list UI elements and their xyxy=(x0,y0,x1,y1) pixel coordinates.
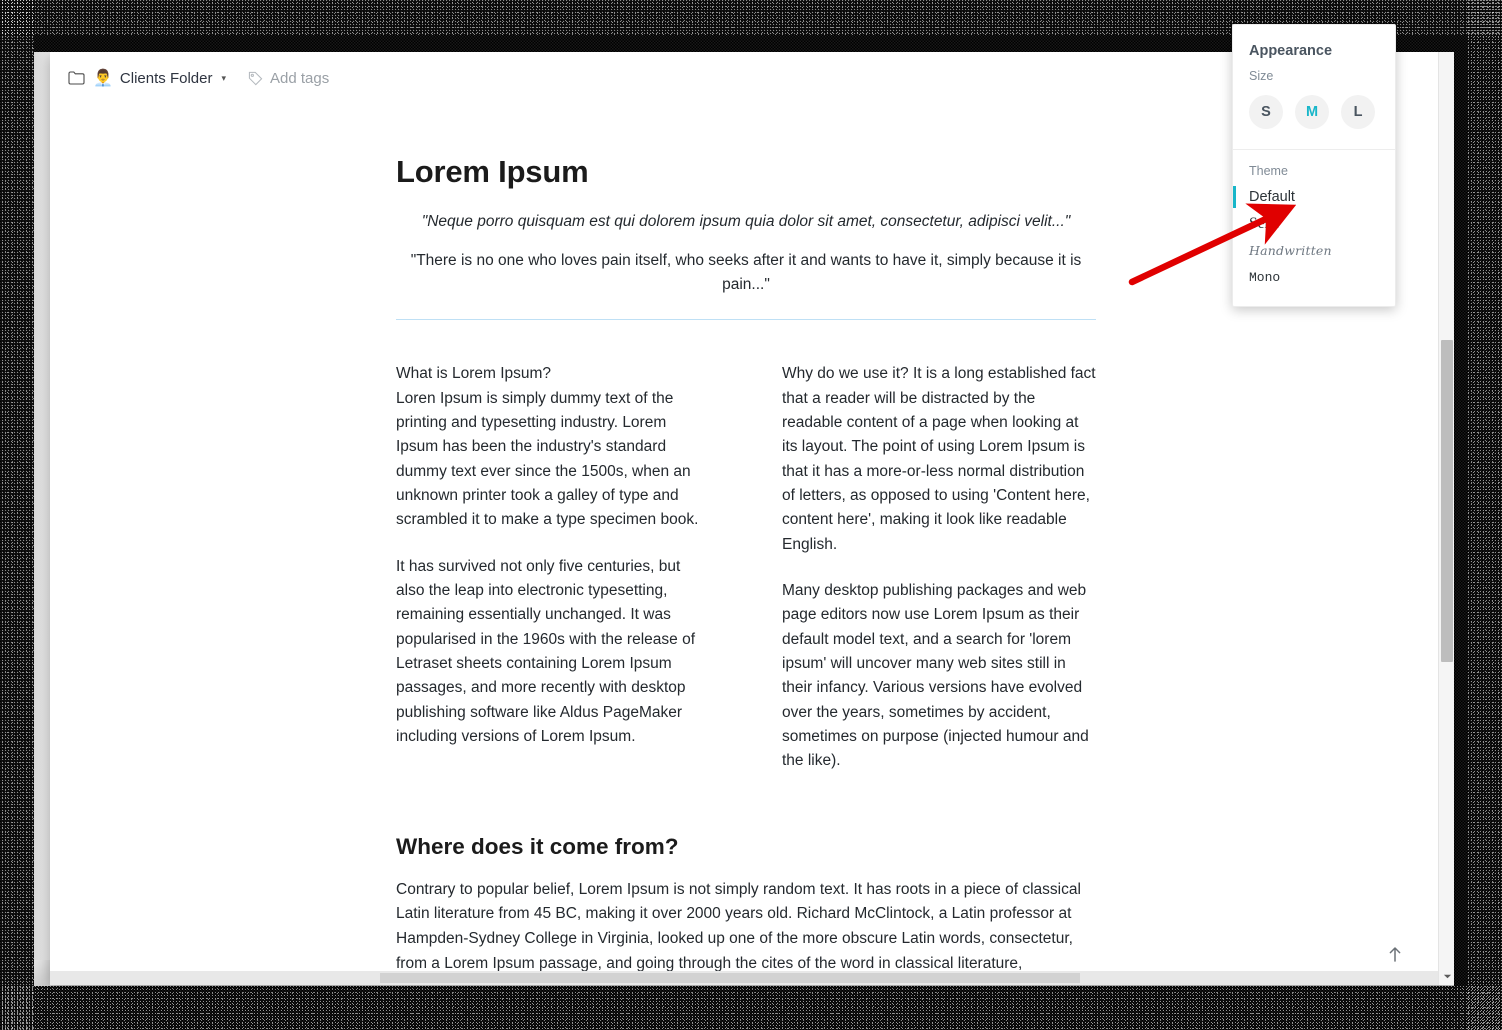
size-option-l[interactable]: L xyxy=(1341,95,1375,129)
quote-english: "There is no one who loves pain itself, … xyxy=(410,252,1082,294)
theme-option-default[interactable]: Default xyxy=(1233,184,1395,210)
theme-selected-indicator xyxy=(1233,186,1236,208)
document-canvas: Lorem Ipsum "Neque porro quisquam est qu… xyxy=(50,104,1438,985)
right-paragraph-2: Many desktop publishing packages and web… xyxy=(782,581,1089,770)
horizontal-divider xyxy=(396,319,1096,321)
vertical-scrollbar[interactable] xyxy=(1438,52,1454,985)
vertical-scrollbar-thumb[interactable] xyxy=(1441,340,1453,662)
size-options: S M L xyxy=(1233,89,1395,149)
appearance-popup: Appearance Size S M L Theme Default Seri… xyxy=(1232,24,1396,307)
frame-noise-right xyxy=(1466,0,1502,1030)
two-column-layout: What is Lorem Ipsum? Loren Ipsum is simp… xyxy=(396,362,1096,773)
size-option-m[interactable]: M xyxy=(1295,95,1329,129)
document-content: Lorem Ipsum "Neque porro quisquam est qu… xyxy=(396,104,1096,985)
add-tags-label[interactable]: Add tags xyxy=(270,70,329,87)
theme-label: Theme xyxy=(1249,164,1288,178)
frame-noise-left xyxy=(0,0,34,1030)
screenshot-outer-frame: 👨‍💼 Clients Folder ▾ Add tags xyxy=(0,0,1502,1030)
left-paragraph-2: It has survived not only five centuries,… xyxy=(396,557,696,745)
size-option-s[interactable]: S xyxy=(1249,95,1283,129)
left-column: What is Lorem Ipsum? Loren Ipsum is simp… xyxy=(396,362,710,773)
folder-icon[interactable] xyxy=(68,71,85,85)
theme-option-default-label: Default xyxy=(1249,189,1295,205)
section-body-text: Contrary to popular belief, Lorem Ipsum … xyxy=(396,880,1081,985)
theme-option-handwritten-label: Handwritten xyxy=(1249,243,1332,258)
section-heading: Where does it come from? xyxy=(396,833,679,859)
quote-latin: "Neque porro quisquam est qui dolorem ip… xyxy=(421,213,1071,230)
theme-option-serif[interactable]: Serif xyxy=(1233,210,1395,238)
folder-avatar-emoji: 👨‍💼 xyxy=(93,70,113,87)
page-title: Lorem Ipsum xyxy=(396,154,589,189)
appearance-popup-title: Appearance xyxy=(1249,43,1333,59)
breadcrumb[interactable]: 👨‍💼 Clients Folder ▾ xyxy=(93,68,226,88)
theme-option-mono[interactable]: Mono xyxy=(1233,264,1395,290)
scroll-to-top-button[interactable] xyxy=(1382,941,1408,967)
size-label: Size xyxy=(1249,69,1274,83)
theme-option-mono-label: Mono xyxy=(1249,270,1281,285)
horizontal-scrollbar-thumb[interactable] xyxy=(380,973,1080,983)
popup-bottom-padding xyxy=(1233,290,1395,306)
frame-noise-bottom xyxy=(0,986,1502,1030)
chevron-down-icon[interactable]: ▾ xyxy=(221,73,226,83)
theme-option-handwritten[interactable]: Handwritten xyxy=(1233,238,1395,264)
breadcrumb-folder-name[interactable]: Clients Folder xyxy=(120,70,213,87)
theme-option-serif-label: Serif xyxy=(1249,215,1280,232)
horizontal-scrollbar[interactable] xyxy=(50,971,1438,985)
scrollbar-down-arrow[interactable] xyxy=(1439,967,1454,985)
left-paragraph-1: What is Lorem Ipsum? Loren Ipsum is simp… xyxy=(396,365,699,529)
right-paragraph-1: Why do we use it? It is a long establish… xyxy=(782,365,1096,553)
add-tags-button[interactable]: Add tags xyxy=(248,70,329,87)
right-column: Why do we use it? It is a long establish… xyxy=(782,362,1096,773)
tag-icon xyxy=(248,71,263,86)
